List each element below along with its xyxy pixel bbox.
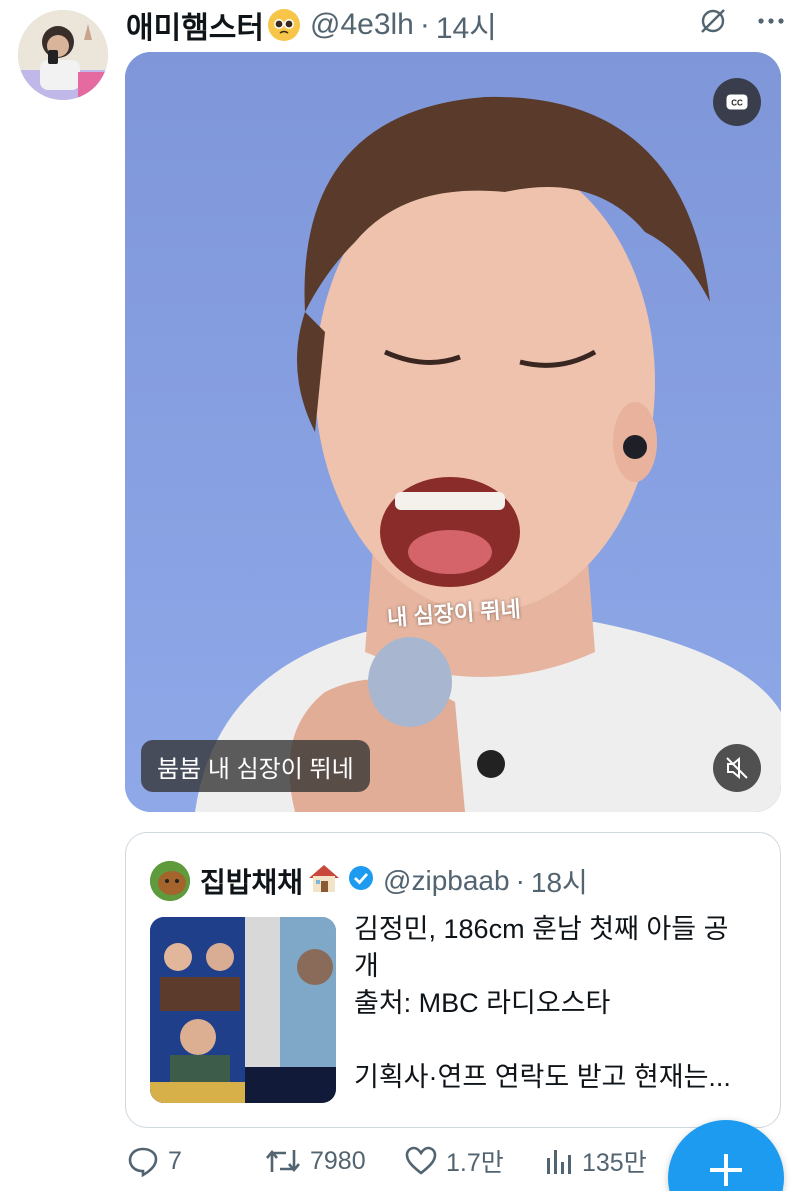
quoted-text-blank-line [354, 1022, 764, 1059]
svg-text:CC: CC [731, 99, 743, 108]
views-button[interactable]: 135만 [544, 1143, 666, 1179]
tweet-header: 애미햄스터 @4e3lh · 14시 [126, 0, 786, 50]
muted-speaker-icon [726, 756, 748, 780]
quoted-separator-dot: · [515, 865, 525, 896]
quoted-tweet-header: 집밥채채 @zipbaab · 18시 [150, 861, 588, 901]
reply-count: 7 [168, 1146, 182, 1175]
heart-icon [405, 1146, 437, 1175]
video-caption: 붐붐 내 심장이 뛰네 [141, 740, 370, 792]
cc-icon: CC [726, 94, 748, 110]
quoted-author-avatar[interactable] [150, 861, 190, 901]
avatar-photo [18, 10, 108, 100]
author-handle[interactable]: @4e3lh [310, 8, 414, 42]
house-emoji-icon [307, 862, 341, 901]
pleading-face-emoji-icon [268, 9, 300, 41]
quoted-tweet-card[interactable]: 집밥채채 @zipbaab · 18시 김정민, 186cm 훈남 첫째 아들 … [125, 832, 781, 1128]
quoted-text-line: 김정민, 186cm 훈남 첫째 아들 공 [354, 914, 729, 944]
grok-icon[interactable] [698, 6, 728, 44]
mute-button[interactable] [713, 744, 761, 792]
author-avatar[interactable] [18, 10, 108, 100]
quoted-text-line: 출처: MBC 라디오스타 [354, 988, 611, 1018]
views-count: 135만 [582, 1149, 647, 1177]
compose-plus-icon [710, 1154, 742, 1186]
more-icon[interactable] [756, 6, 786, 44]
retweet-icon [266, 1149, 300, 1173]
separator-dot: · [419, 8, 430, 41]
quoted-text-line: 기획사·연프 연락도 받고 현재는... [354, 1062, 731, 1092]
video-player[interactable]: 내 심장이 뛰네 CC 붐붐 내 심장이 뛰네 [125, 52, 781, 812]
verified-badge-icon [347, 864, 375, 899]
reply-button[interactable]: 7 [126, 1144, 264, 1178]
compose-button[interactable] [668, 1120, 784, 1191]
quoted-author-handle[interactable]: @zipbaab [383, 865, 510, 897]
quoted-author-display-name[interactable]: 집밥채채 [200, 861, 303, 901]
quoted-tweet-thumbnail[interactable] [150, 917, 336, 1103]
video-frame [125, 52, 781, 812]
quoted-tweet-text: 김정민, 186cm 훈남 첫째 아들 공 개 출처: MBC 라디오스타 기획… [354, 911, 764, 1096]
retweet-count: 7980 [310, 1146, 366, 1175]
closed-captions-button[interactable]: CC [713, 78, 761, 126]
like-count: 1.7만 [446, 1149, 504, 1177]
like-button[interactable]: 1.7만 [404, 1143, 544, 1179]
quoted-text-line: 개 [354, 951, 379, 981]
reply-icon [128, 1147, 158, 1178]
quoted-tweet-time[interactable]: 18시 [531, 861, 588, 901]
author-display-name[interactable]: 애미햄스터 [126, 3, 264, 47]
tweet-action-bar: 7 7980 1.7만 135만 [126, 1138, 666, 1184]
tweet-time[interactable]: 14시 [436, 3, 497, 47]
retweet-button[interactable]: 7980 [264, 1144, 404, 1178]
views-bar-chart-icon [547, 1150, 571, 1174]
